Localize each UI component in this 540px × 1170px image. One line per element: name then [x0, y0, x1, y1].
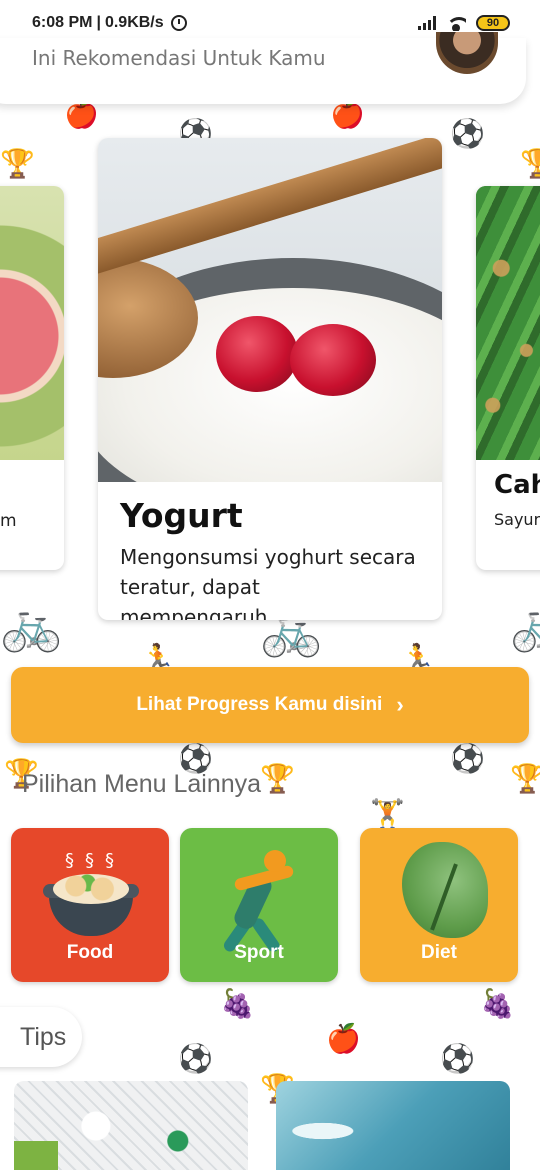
- header-subtitle: Ini Rekomendasi Untuk Kamu: [32, 46, 326, 70]
- menu-tile-label: Diet: [421, 942, 457, 963]
- food-pot-icon: § § §: [43, 850, 139, 938]
- tips-label: Tips: [20, 1022, 67, 1051]
- card-description: Mengonsumsi yoghurt secara teratur, dapa…: [120, 545, 416, 620]
- menu-tile-label: Food: [66, 942, 114, 963]
- menu-tile-label: Sport: [234, 942, 284, 963]
- lettuce-icon: [402, 842, 488, 938]
- battery-icon: 90: [476, 15, 510, 31]
- tips-heading: Tips: [0, 1007, 82, 1067]
- alarm-icon: [170, 15, 187, 31]
- header-card: Ini Rekomendasi Untuk Kamu: [0, 32, 526, 104]
- status-time: 6:08 PM: [32, 14, 93, 31]
- card-description: m: [0, 511, 17, 531]
- menu-tile-food[interactable]: § § § Food: [11, 828, 169, 982]
- yogurt-image: [98, 138, 442, 482]
- status-bar: 6:08 PM | 0.9KB/s 90: [0, 0, 540, 46]
- menu-section-title: Pilihan Menu Lainnya: [22, 770, 262, 798]
- card-description: Sayur penda: [494, 510, 540, 529]
- recommendation-card-next[interactable]: Cah Sayur penda: [476, 186, 540, 570]
- menu-tile-diet[interactable]: Diet: [360, 828, 518, 982]
- green-beans-image: [476, 186, 540, 460]
- tip-card-water[interactable]: [276, 1081, 510, 1170]
- card-title: Cah: [494, 470, 540, 500]
- recommendation-card-yogurt[interactable]: Yogurt Mengonsumsi yoghurt secara teratu…: [98, 138, 442, 620]
- card-title: Yogurt: [120, 496, 243, 535]
- recommendation-card-previous[interactable]: m: [0, 186, 64, 570]
- network-speed: 0.9KB/s: [104, 14, 164, 31]
- signal-icon: [418, 16, 436, 30]
- chevron-right-icon: ›: [396, 692, 404, 717]
- guava-image: [0, 186, 64, 460]
- progress-button-label: Lihat Progress Kamu disini: [136, 694, 383, 715]
- tip-card-badminton[interactable]: [14, 1081, 248, 1170]
- view-progress-button[interactable]: Lihat Progress Kamu disini ›: [11, 667, 529, 743]
- wifi-icon: [446, 15, 466, 31]
- menu-tile-sport[interactable]: Sport: [180, 828, 338, 982]
